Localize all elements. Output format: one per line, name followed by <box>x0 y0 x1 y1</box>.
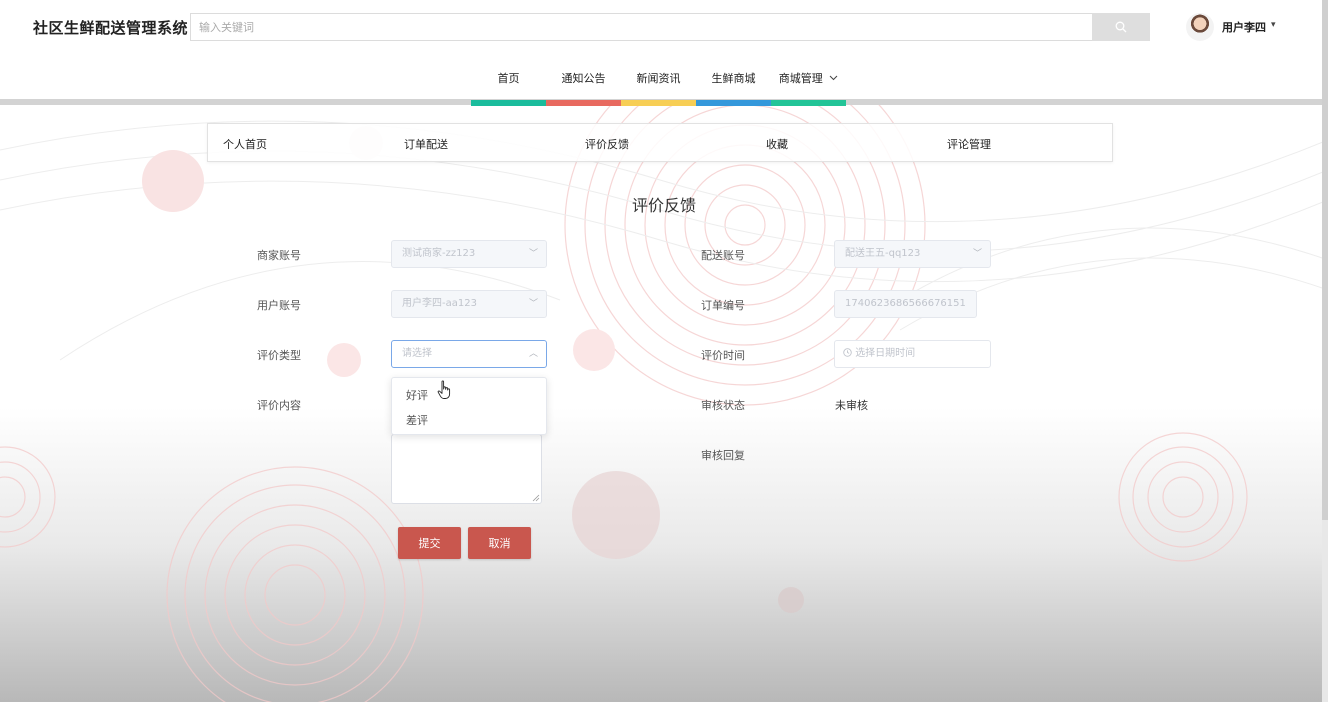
courier-select: 配送王五-qq123 ﹀ <box>834 240 991 268</box>
tab-comment-management[interactable]: 评论管理 <box>947 136 991 152</box>
review-type-label: 评价类型 <box>257 349 301 362</box>
option-bad-review[interactable]: 差评 <box>406 412 428 428</box>
nav-item-notices[interactable]: 通知公告 <box>546 66 621 106</box>
merchant-value: 测试商家-zz123 <box>402 248 476 259</box>
merchant-label: 商家账号 <box>257 249 301 262</box>
search-button[interactable] <box>1092 13 1150 41</box>
nav-item-home[interactable]: 首页 <box>471 66 546 106</box>
review-content-label: 评价内容 <box>257 399 301 412</box>
merchant-select: 测试商家-zz123 ﹀ <box>391 240 547 268</box>
audit-status-label: 审核状态 <box>701 399 745 412</box>
chevron-up-icon: ︿ <box>528 349 538 359</box>
audit-reply-label: 审核回复 <box>701 449 745 462</box>
order-number-value: 1740623686566676151 <box>845 298 966 309</box>
user-account-value: 用户李四-aa123 <box>402 298 477 309</box>
page-title: 评价反馈 <box>631 196 696 215</box>
review-type-dropdown: 好评 差评 <box>391 377 547 435</box>
search-icon <box>1115 21 1127 33</box>
tab-feedback[interactable]: 评价反馈 <box>585 136 629 152</box>
nav-item-mall[interactable]: 生鲜商城 <box>696 66 771 106</box>
nav-label: 首页 <box>497 72 520 85</box>
user-account-select: 用户李四-aa123 ﹀ <box>391 290 547 318</box>
chevron-down-icon: ﹀ <box>528 249 538 259</box>
nav-color-bar <box>771 100 846 106</box>
page-scrollbar[interactable] <box>1322 0 1328 702</box>
nav-color-bar <box>471 100 546 106</box>
main-nav: 首页 通知公告 新闻资讯 生鲜商城 商城管理 <box>471 66 846 106</box>
username[interactable]: 用户李四 <box>1222 19 1266 35</box>
courier-label: 配送账号 <box>701 249 745 262</box>
cancel-button[interactable]: 取消 <box>468 527 531 559</box>
chevron-down-icon: ﹀ <box>528 299 538 309</box>
review-time-label: 评价时间 <box>701 349 745 362</box>
review-time-picker[interactable]: 选择日期时间 <box>834 340 991 368</box>
site-title: 社区生鲜配送管理系统 <box>33 19 189 37</box>
clock-icon <box>843 348 852 357</box>
review-type-select[interactable]: 请选择 ︿ <box>391 340 547 368</box>
tab-personal-home[interactable]: 个人首页 <box>223 136 267 152</box>
hand-cursor-icon <box>437 380 451 399</box>
avatar[interactable] <box>1186 13 1214 41</box>
review-time-placeholder: 选择日期时间 <box>855 348 916 359</box>
caret-down-icon[interactable]: ▾ <box>1271 20 1276 30</box>
nav-color-bar <box>696 100 771 106</box>
review-content-textarea[interactable] <box>391 434 542 504</box>
scrollbar-thumb[interactable] <box>1322 0 1328 520</box>
nav-label: 生鲜商城 <box>711 72 756 85</box>
nav-color-bar <box>621 100 696 106</box>
submit-button[interactable]: 提交 <box>398 527 461 559</box>
chevron-down-icon: ﹀ <box>972 249 982 259</box>
nav-label: 新闻资讯 <box>636 72 681 85</box>
resize-grip-icon[interactable] <box>532 494 540 502</box>
nav-label: 通知公告 <box>561 72 606 85</box>
user-center-tabs: 个人首页 订单配送 评价反馈 收藏 评论管理 <box>207 123 1113 162</box>
order-number-label: 订单编号 <box>701 299 745 312</box>
tab-order-delivery[interactable]: 订单配送 <box>404 136 448 152</box>
courier-value: 配送王五-qq123 <box>845 248 921 259</box>
option-good-review[interactable]: 好评 <box>406 387 428 403</box>
nav-item-news[interactable]: 新闻资讯 <box>621 66 696 106</box>
user-account-label: 用户账号 <box>257 299 301 312</box>
order-number-field: 1740623686566676151 <box>834 290 977 318</box>
nav-label: 商城管理 <box>778 72 823 85</box>
tab-favorites[interactable]: 收藏 <box>766 136 788 152</box>
search-input[interactable] <box>190 13 1092 41</box>
nav-color-bar <box>546 100 621 106</box>
audit-status-value: 未审核 <box>835 399 868 412</box>
review-type-placeholder: 请选择 <box>402 348 432 359</box>
chevron-down-icon <box>829 75 838 81</box>
nav-item-mall-management[interactable]: 商城管理 <box>771 66 846 106</box>
